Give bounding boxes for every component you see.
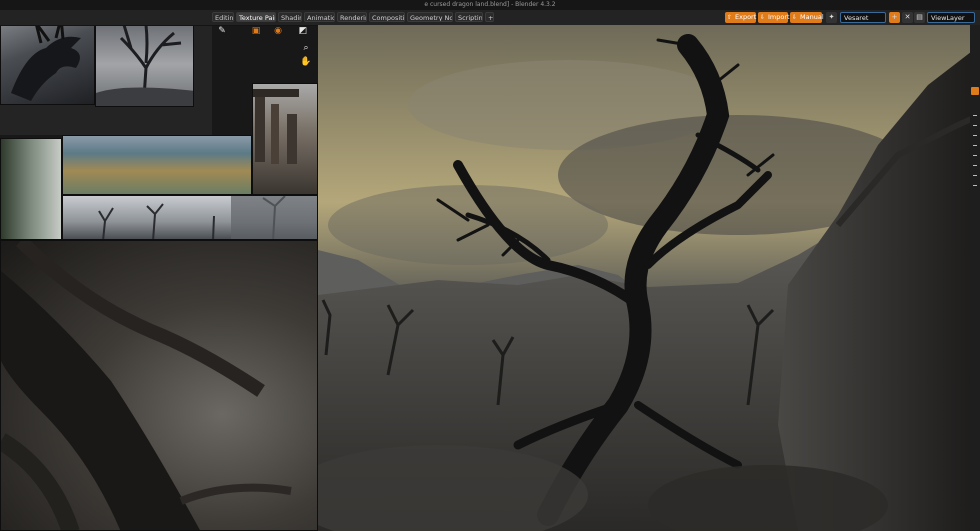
strip-tick: [973, 135, 977, 136]
tab-shading[interactable]: Shading: [278, 12, 302, 22]
tab-compositing[interactable]: Compositing: [369, 12, 405, 22]
strip-tick: [973, 125, 977, 126]
mask-icon[interactable]: ◩: [297, 25, 309, 37]
viewport-render: [318, 25, 980, 531]
strip-tick: [973, 185, 977, 186]
tab-texture-paint[interactable]: Texture Paint: [236, 12, 276, 22]
ref-image-dead-tree-sketch[interactable]: [95, 12, 194, 107]
view-layer-selector[interactable]: ViewLayer: [927, 12, 975, 23]
paint-mode-icon[interactable]: ▣: [250, 25, 262, 37]
import-label: Import: [768, 13, 790, 21]
window-title: e cursed dragon land.blend] - Blender 4.…: [0, 0, 980, 10]
ref-image-tree-detail[interactable]: [0, 138, 62, 240]
strip-tick: [973, 155, 977, 156]
delete-scene-icon[interactable]: ✕: [902, 12, 913, 23]
zoom-icon[interactable]: ⌕: [300, 42, 312, 54]
reference-panel: [0, 0, 318, 531]
dead-tree-sketch-art: [96, 24, 193, 106]
scene-selector[interactable]: Vesaret: [840, 12, 886, 23]
ref-image-ruins-painting[interactable]: [252, 83, 318, 195]
brush-icon[interactable]: ✎: [216, 25, 228, 37]
import-icon: ⇩: [760, 14, 766, 21]
sidebar-toggle-icon[interactable]: [971, 87, 979, 95]
new-scene-icon[interactable]: +: [889, 12, 900, 23]
import-button[interactable]: ⇩ Import: [758, 12, 790, 23]
ruins-art: [253, 89, 299, 164]
ref-image-misty-trees-painting[interactable]: [62, 195, 318, 240]
color-picker-icon[interactable]: ◉: [272, 25, 284, 37]
right-toolbar-strip: [970, 25, 980, 531]
strip-tick: [973, 145, 977, 146]
pan-hand-icon[interactable]: ✋: [300, 56, 312, 68]
manual-button[interactable]: ⇩ Manual: [790, 12, 824, 23]
tab-animation[interactable]: Animation: [304, 12, 335, 22]
workspace-header: Editing Texture Paint Shading Animation …: [0, 10, 980, 26]
view-layer-icon[interactable]: ▤: [914, 12, 925, 23]
export-button[interactable]: ⇧ Export: [725, 12, 756, 23]
tab-editing[interactable]: Editing: [212, 12, 234, 22]
strip-tick: [973, 165, 977, 166]
add-workspace-button[interactable]: +: [485, 12, 494, 22]
scene-icon[interactable]: ✦: [826, 12, 837, 23]
ref-image-twisted-trunk-closeup[interactable]: [0, 240, 318, 531]
ref-image-swamp-painting[interactable]: [62, 135, 252, 195]
tab-geometry-nodes[interactable]: Geometry Nodes: [407, 12, 453, 22]
3d-viewport[interactable]: [318, 25, 980, 531]
tab-rendering[interactable]: Rendering: [337, 12, 367, 22]
twisted-trunk-art: [1, 241, 292, 530]
export-icon: ⇧: [727, 14, 733, 21]
manual-label: Manual: [800, 13, 824, 21]
export-label: Export: [735, 13, 757, 21]
dragon-sketch-art: [11, 17, 81, 101]
strip-tick: [973, 175, 977, 176]
tab-scripting[interactable]: Scripting: [455, 12, 483, 22]
misty-trees-art: [98, 196, 317, 239]
strip-tick: [973, 115, 977, 116]
manual-icon: ⇩: [792, 14, 798, 21]
